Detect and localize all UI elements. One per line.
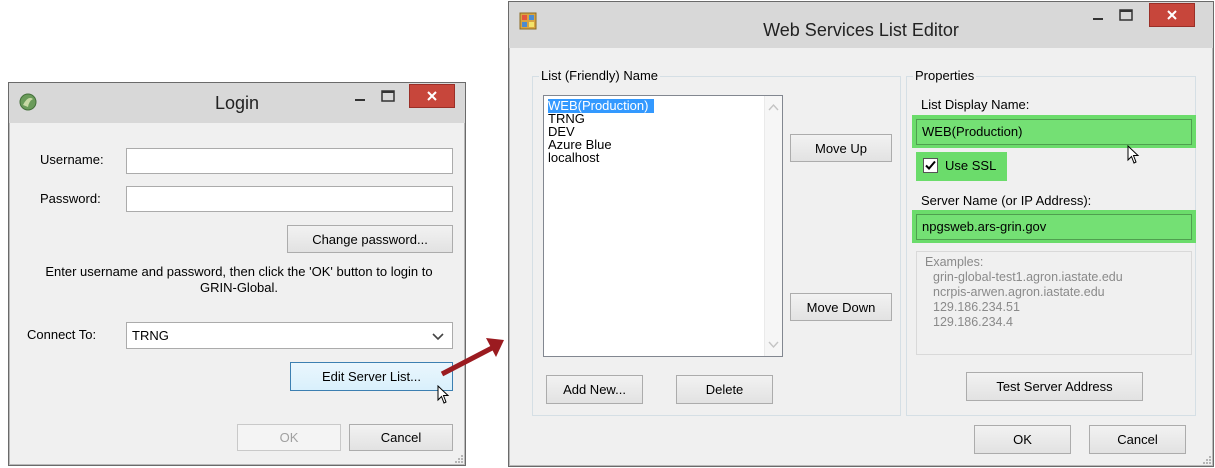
login-ok-button[interactable]: OK — [237, 424, 341, 451]
resize-grip-icon[interactable] — [453, 453, 463, 463]
minimize-icon — [355, 99, 365, 101]
use-ssl-checkbox[interactable] — [923, 158, 938, 173]
example-line-2: ncrpis-arwen.agron.iastate.edu — [933, 285, 1105, 299]
close-icon — [427, 91, 437, 101]
server-listbox[interactable]: WEB(Production) TRNG DEV Azure Blue localhos… — [543, 95, 783, 357]
list-scrollbar[interactable] — [764, 96, 782, 356]
add-new-button[interactable]: Add New... — [546, 375, 643, 404]
connect-to-select[interactable]: TRNG — [126, 322, 453, 349]
username-field[interactable] — [126, 148, 453, 174]
display-name-label: List Display Name: — [921, 97, 1030, 112]
mouse-cursor-icon — [1127, 145, 1140, 164]
server-name-label: Server Name (or IP Address): — [921, 193, 1092, 208]
minimize-icon — [1093, 18, 1103, 20]
editor-close-button[interactable] — [1149, 3, 1195, 27]
close-icon — [1167, 10, 1177, 20]
test-server-address-button[interactable]: Test Server Address — [966, 372, 1143, 401]
login-cancel-button[interactable]: Cancel — [349, 424, 453, 451]
connect-to-value: TRNG — [132, 328, 169, 343]
checkmark-icon — [925, 160, 936, 170]
list-group: List (Friendly) Name WEB(Production) TRNG… — [532, 68, 901, 416]
delete-button[interactable]: Delete — [676, 375, 773, 404]
editor-maximize-button[interactable] — [1113, 3, 1139, 27]
scroll-down-icon — [768, 341, 779, 349]
list-group-title: List (Friendly) Name — [539, 68, 661, 84]
maximize-button[interactable] — [375, 84, 401, 108]
password-label: Password: — [40, 191, 101, 206]
minimize-button[interactable] — [347, 84, 373, 108]
login-window: Login Username: Password: Change passwor… — [8, 82, 466, 466]
editor-cancel-button[interactable]: Cancel — [1089, 425, 1186, 454]
example-line-1: grin-global-test1.agron.iastate.edu — [933, 270, 1123, 284]
close-button[interactable] — [409, 84, 455, 108]
list-item[interactable]: localhost — [548, 151, 599, 165]
editor-window: Web Services List Editor List (Friendly)… — [508, 1, 1214, 467]
password-field[interactable] — [126, 186, 453, 212]
properties-group-title: Properties — [913, 68, 977, 84]
connect-to-label: Connect To: — [27, 327, 97, 342]
examples-box: Examples: grin-global-test1.agron.iastat… — [916, 251, 1192, 355]
editor-minimize-button[interactable] — [1085, 3, 1111, 27]
login-titlebar[interactable]: Login — [9, 83, 465, 123]
use-ssl-label: Use SSL — [945, 158, 997, 173]
maximize-icon — [1119, 9, 1133, 21]
resize-grip-icon[interactable] — [1201, 454, 1211, 464]
mouse-cursor-icon — [437, 385, 450, 404]
edit-server-list-button[interactable]: Edit Server List... — [290, 362, 453, 391]
scroll-up-icon — [768, 103, 779, 111]
maximize-icon — [381, 90, 395, 102]
username-label: Username: — [40, 152, 104, 167]
editor-titlebar[interactable]: Web Services List Editor — [509, 2, 1213, 48]
example-line-3: 129.186.234.51 — [933, 300, 1020, 314]
change-password-button[interactable]: Change password... — [287, 225, 453, 253]
example-line-4: 129.186.234.4 — [933, 315, 1013, 329]
editor-ok-button[interactable]: OK — [974, 425, 1071, 454]
examples-title: Examples: — [925, 255, 984, 269]
properties-group: Properties List Display Name: WEB(Produc… — [906, 68, 1196, 416]
display-name-field[interactable]: WEB(Production) — [916, 119, 1192, 145]
move-up-button[interactable]: Move Up — [790, 134, 892, 162]
server-name-field[interactable]: npgsweb.ars-grin.gov — [916, 214, 1192, 240]
login-instructions: Enter username and password, then click … — [45, 264, 433, 295]
move-down-button[interactable]: Move Down — [790, 293, 892, 321]
